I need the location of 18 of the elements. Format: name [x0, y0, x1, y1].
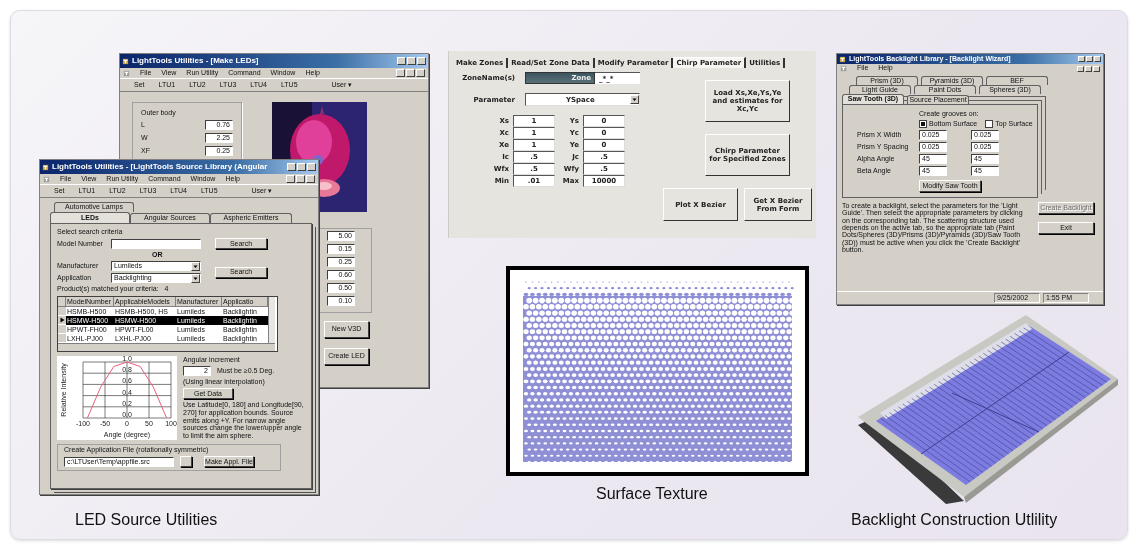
input-field[interactable] [111, 238, 201, 249]
app-icon [123, 69, 130, 77]
app-icon [839, 55, 846, 63]
app-icon [42, 163, 49, 171]
window-title: LightTools Utilities - [LightTools Source Library (Angular [52, 162, 269, 172]
app-icon [840, 65, 847, 72]
app-icon [122, 57, 129, 65]
caption: LED Source Utilities [75, 511, 218, 529]
caption: Backlight Construction Utlility [851, 511, 1058, 529]
app-icon [43, 175, 50, 183]
scrollbar[interactable] [58, 343, 275, 352]
caption: Surface Texture [596, 485, 708, 503]
header-cell [58, 297, 66, 308]
row-pointer-icon [59, 317, 65, 324]
scrollbar[interactable] [268, 297, 275, 344]
browse-button[interactable] [180, 456, 192, 468]
dropdown-arrow-icon [630, 95, 639, 104]
window-title: LightTools Utilities - [Make LEDs] [132, 56, 260, 66]
